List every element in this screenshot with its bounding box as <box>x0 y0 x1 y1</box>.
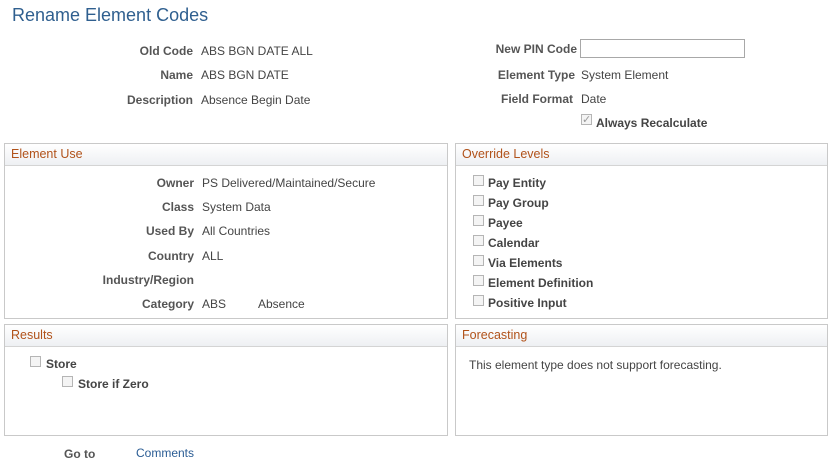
owner-value: PS Delivered/Maintained/Secure <box>202 176 376 190</box>
country-label: Country <box>148 249 194 263</box>
override-levels-header: Override Levels <box>456 144 827 166</box>
forecasting-message: This element type does not support forec… <box>469 358 722 372</box>
element-use-header: Element Use <box>5 144 447 166</box>
store-if-zero-checkbox[interactable] <box>62 376 73 387</box>
pay-entity-label: Pay Entity <box>488 176 547 190</box>
class-label: Class <box>161 200 194 214</box>
category-label: Category <box>141 297 194 311</box>
override-levels-panel: Override Levels <box>455 143 828 319</box>
description-value: Absence Begin Date <box>201 93 311 107</box>
field-format-value: Date <box>581 92 607 106</box>
store-if-zero-label: Store if Zero <box>78 377 149 391</box>
store-checkbox[interactable] <box>30 356 41 367</box>
always-recalculate-label: Always Recalculate <box>596 116 708 130</box>
store-label: Store <box>46 357 77 371</box>
field-format-label: Field Format <box>500 92 573 106</box>
used-by-value: All Countries <box>202 224 271 238</box>
page-title: Rename Element Codes <box>12 5 209 25</box>
results-header: Results <box>5 325 447 347</box>
description-label: Description <box>126 93 193 107</box>
element-type-label: Element Type <box>497 68 575 82</box>
calendar-label: Calendar <box>488 236 540 250</box>
go-to-label: Go to <box>64 447 96 461</box>
comments-link[interactable]: Comments <box>136 446 194 460</box>
element-type-value: System Element <box>581 68 669 82</box>
positive-input-label: Positive Input <box>488 296 567 310</box>
new-pin-code-label: New PIN Code <box>495 42 577 56</box>
forecasting-panel: Forecasting <box>455 324 828 436</box>
used-by-label: Used By <box>145 224 194 238</box>
pay-group-label: Pay Group <box>488 196 549 210</box>
category-code: ABS <box>202 297 227 311</box>
via-elements-checkbox[interactable] <box>473 255 484 266</box>
checkmark-icon: ✓ <box>582 114 592 126</box>
element-definition-checkbox[interactable] <box>473 275 484 286</box>
payee-checkbox[interactable] <box>473 215 484 226</box>
category-description: Absence <box>258 297 305 311</box>
new-pin-code-input[interactable] <box>580 39 745 58</box>
class-value: System Data <box>202 200 271 214</box>
pay-entity-checkbox[interactable] <box>473 175 484 186</box>
old-code-value: ABS BGN DATE ALL <box>201 44 313 58</box>
pay-group-checkbox[interactable] <box>473 195 484 206</box>
forecasting-header: Forecasting <box>456 325 827 347</box>
calendar-checkbox[interactable] <box>473 235 484 246</box>
positive-input-checkbox[interactable] <box>473 295 484 306</box>
old-code-label: Old Code <box>139 44 193 58</box>
name-value: ABS BGN DATE <box>201 68 289 82</box>
via-elements-label: Via Elements <box>488 256 563 270</box>
country-value: ALL <box>202 249 224 263</box>
name-label: Name <box>160 68 193 82</box>
industry-region-label: Industry/Region <box>102 273 194 287</box>
element-definition-label: Element Definition <box>488 276 594 290</box>
always-recalculate-checkbox[interactable]: ✓ <box>581 114 592 126</box>
owner-label: Owner <box>156 176 194 190</box>
payee-label: Payee <box>488 216 523 230</box>
